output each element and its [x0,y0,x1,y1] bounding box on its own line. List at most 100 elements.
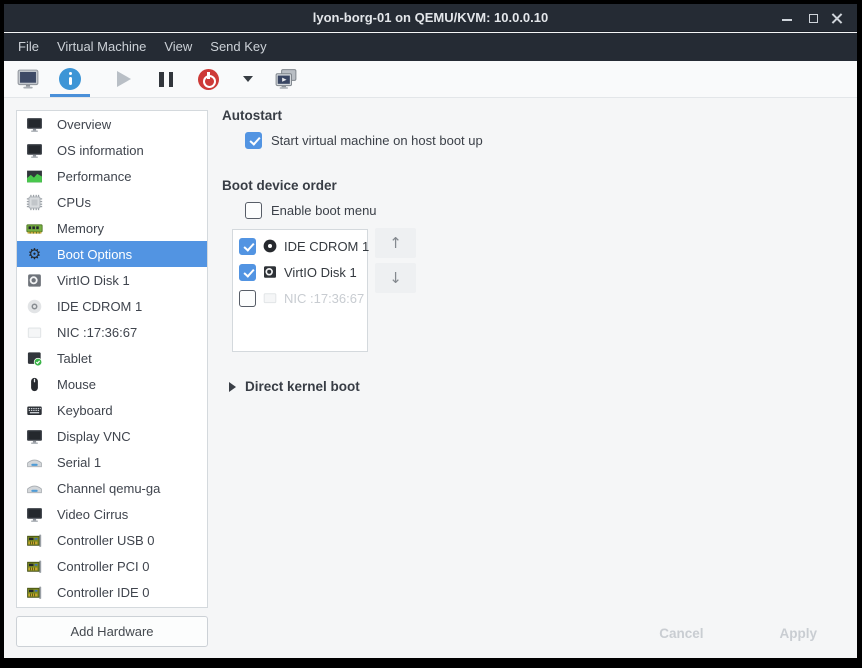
controller-card-icon [26,584,43,601]
minimize-icon [782,19,792,21]
sidebar-item-cpus[interactable]: CPUs [17,189,207,215]
power-icon [198,69,219,90]
vm-details-window: lyon-borg-01 on QEMU/KVM: 10.0.0.10 File… [4,4,857,658]
displays-button[interactable] [270,64,302,94]
sidebar-item-boot-options[interactable]: ⚙ Boot Options [17,241,207,267]
tablet-icon [26,350,43,367]
boot-device-checkbox[interactable] [239,264,256,281]
pause-icon [159,72,173,87]
play-icon [117,71,131,87]
add-hardware-button[interactable]: Add Hardware [16,616,208,647]
dual-monitor-icon [275,68,297,90]
nic-icon [262,290,278,306]
fullscreen-icon [818,72,832,86]
direct-kernel-boot-label: Direct kernel boot [245,379,360,394]
menu-file[interactable]: File [9,33,48,61]
monitor-icon [26,142,43,159]
sidebar-item-memory[interactable]: Memory [17,215,207,241]
sidebar-item-os-information[interactable]: OS information [17,137,207,163]
disk-icon [262,264,278,280]
maximize-icon [809,14,818,23]
fullscreen-button[interactable] [809,64,841,94]
sidebar-item-video-cirrus[interactable]: Video Cirrus [17,501,207,527]
keyboard-icon [26,402,43,419]
arrow-down-icon: ↓ [389,269,402,287]
apply-button[interactable]: Apply [769,622,827,645]
maximize-button[interactable] [801,4,825,32]
enable-boot-menu-checkbox[interactable] [245,202,262,219]
sidebar-item-mouse[interactable]: Mouse [17,371,207,397]
menu-view[interactable]: View [155,33,201,61]
sidebar-item-performance[interactable]: Performance [17,163,207,189]
sidebar-item-overview[interactable]: Overview [17,111,207,137]
expander-arrow-icon [229,382,236,392]
minimize-button[interactable] [775,4,799,32]
footer-actions: Cancel Apply [649,622,827,645]
window-title: lyon-borg-01 on QEMU/KVM: 10.0.0.10 [4,4,857,32]
enable-boot-menu-label: Enable boot menu [271,203,377,218]
serial-icon [26,480,43,497]
monitor-icon [17,68,39,90]
sidebar-item-display-vnc[interactable]: Display VNC [17,423,207,449]
close-button[interactable] [825,4,849,32]
menu-virtual-machine[interactable]: Virtual Machine [48,33,155,61]
gear-icon: ⚙ [26,246,43,263]
titlebar: lyon-borg-01 on QEMU/KVM: 10.0.0.10 [4,4,857,32]
cpu-icon [26,194,43,211]
sidebar-item-ide-cdrom[interactable]: IDE CDROM 1 [17,293,207,319]
toolbar [4,61,857,98]
autostart-label: Start virtual machine on host boot up [271,133,483,148]
active-tab-underline [50,94,90,97]
boot-device-list: IDE CDROM 1 VirtIO Disk 1 NIC :17:36:67 [232,229,368,352]
pause-button[interactable] [150,64,182,94]
monitor-icon [26,116,43,133]
cdrom-icon [26,298,43,315]
hardware-list: Overview OS information Performance CPUs… [16,110,208,608]
monitor-icon [26,428,43,445]
sidebar-item-controller-pci[interactable]: Controller PCI 0 [17,553,207,579]
controller-card-icon [26,558,43,575]
sidebar-item-virtio-disk[interactable]: VirtIO Disk 1 [17,267,207,293]
monitor-icon [26,506,43,523]
move-up-button[interactable]: ↑ [375,228,416,258]
sidebar-item-clipped[interactable] [17,605,207,608]
autostart-checkbox[interactable] [245,132,262,149]
autostart-heading: Autostart [222,108,282,123]
boot-device-checkbox[interactable] [239,238,256,255]
move-down-button[interactable]: ↓ [375,263,416,293]
sidebar-item-channel-qemu-ga[interactable]: Channel qemu-ga [17,475,207,501]
performance-chart-icon [26,168,43,185]
caret-down-icon [243,76,253,82]
sidebar-item-nic[interactable]: NIC :17:36:67 [17,319,207,345]
menu-send-key[interactable]: Send Key [201,33,275,61]
sidebar-item-serial[interactable]: Serial 1 [17,449,207,475]
info-icon [59,68,81,90]
shutdown-menu-button[interactable] [232,64,264,94]
run-button[interactable] [108,64,140,94]
boot-order-heading: Boot device order [222,178,337,193]
cancel-button[interactable]: Cancel [649,622,713,645]
serial-icon [26,454,43,471]
sidebar-item-tablet[interactable]: Tablet [17,345,207,371]
autostart-row: Start virtual machine on host boot up [245,132,483,149]
sidebar-item-controller-ide[interactable]: Controller IDE 0 [17,579,207,605]
sidebar-item-keyboard[interactable]: Keyboard [17,397,207,423]
cdrom-icon [262,238,278,254]
boot-device-row-disk[interactable]: VirtIO Disk 1 [233,259,367,285]
nic-icon [26,324,43,341]
shutdown-button[interactable] [192,64,224,94]
show-details-button[interactable] [54,64,86,94]
ram-icon [26,220,43,237]
direct-kernel-boot-expander[interactable]: Direct kernel boot [229,379,360,394]
controller-card-icon [26,532,43,549]
arrow-up-icon: ↑ [389,234,402,252]
close-icon [831,12,843,24]
show-console-button[interactable] [12,64,44,94]
boot-device-checkbox[interactable] [239,290,256,307]
disk-icon [26,272,43,289]
sidebar-item-controller-usb[interactable]: Controller USB 0 [17,527,207,553]
enable-boot-menu-row: Enable boot menu [245,202,377,219]
boot-device-row-cdrom[interactable]: IDE CDROM 1 [233,233,367,259]
menubar: File Virtual Machine View Send Key [4,33,857,61]
boot-device-row-nic[interactable]: NIC :17:36:67 [233,285,367,311]
